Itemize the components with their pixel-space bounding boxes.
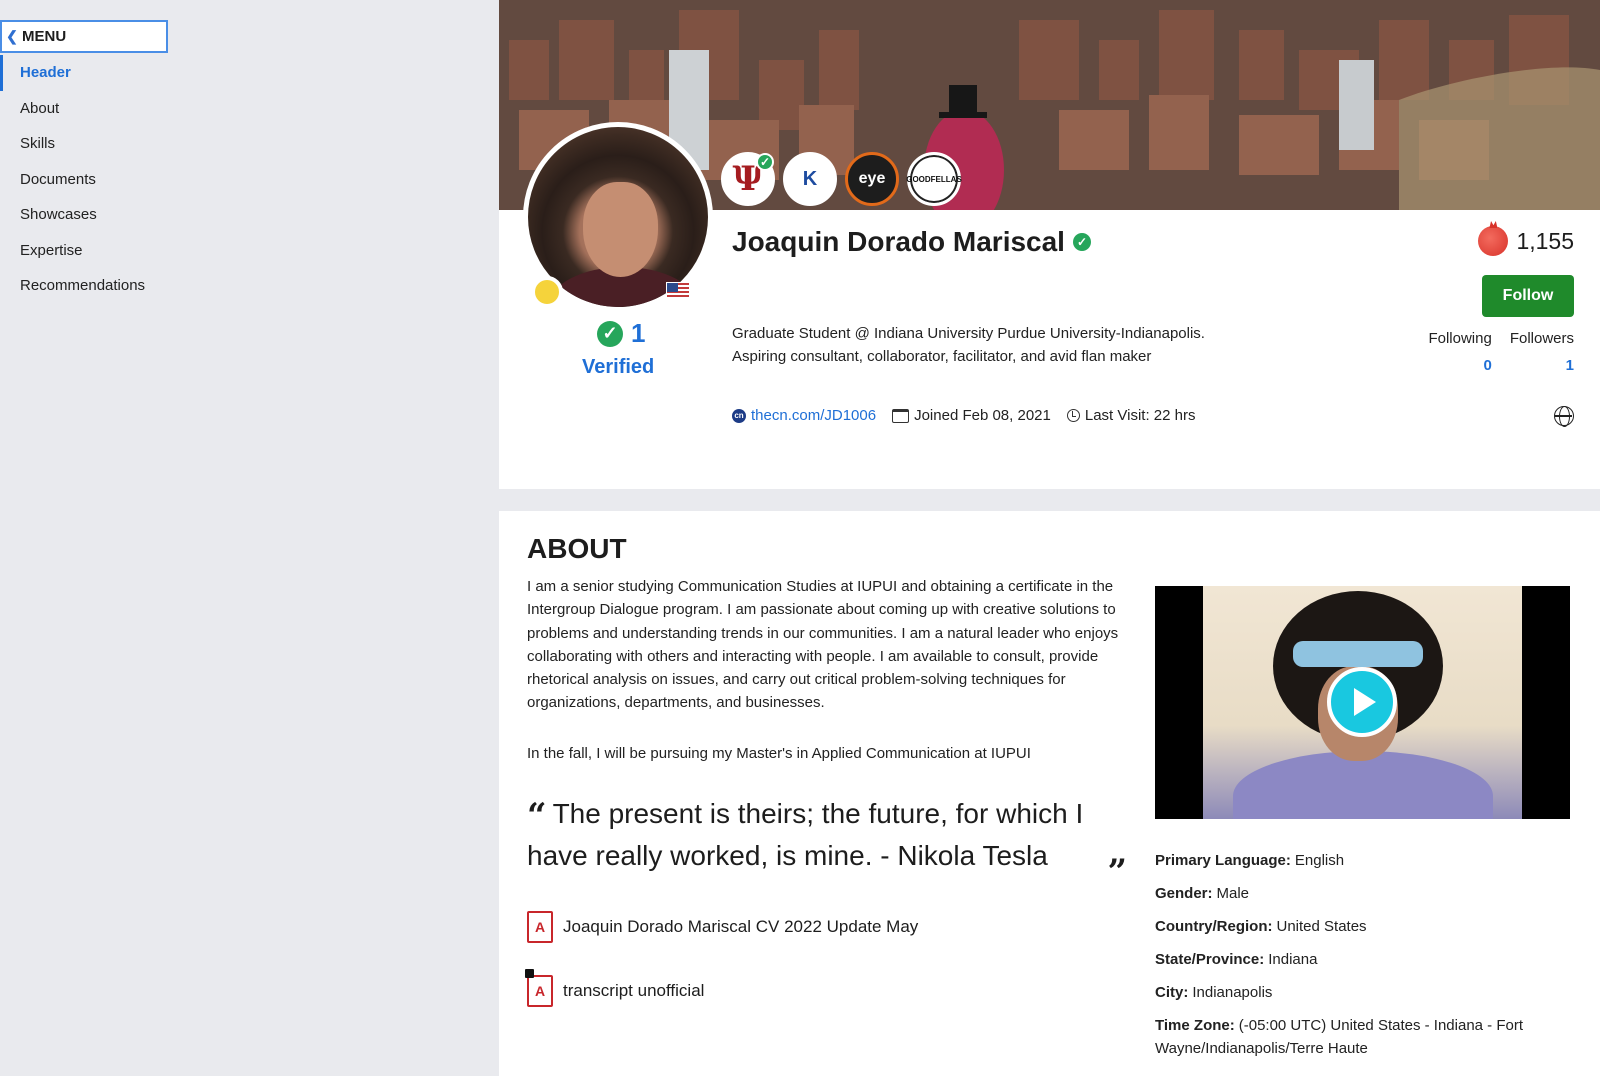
profile-quote: “The present is theirs; the future, for … xyxy=(527,794,1127,892)
verified-check-icon: ✓ xyxy=(597,320,623,347)
detail-label: Primary Language: xyxy=(1155,852,1291,869)
detail-label: Country/Region: xyxy=(1155,918,1273,935)
following-label: Following xyxy=(1428,330,1492,347)
points-value: 1,155 xyxy=(1516,227,1574,254)
play-icon[interactable] xyxy=(1327,667,1397,737)
indiana-university-badge[interactable]: Ψ ✓ xyxy=(721,152,775,206)
following-count[interactable]: 0 xyxy=(1428,357,1491,374)
badge-list: Ψ ✓ K eye GOODFELLAS xyxy=(721,152,962,206)
sidebar-nav: Header About Skills Documents Showcases … xyxy=(0,55,200,304)
chevron-left-icon: ❮ xyxy=(6,28,18,44)
clock-icon xyxy=(1066,409,1080,422)
detail-row: City: Indianapolis xyxy=(1155,981,1575,1004)
lock-icon xyxy=(525,969,534,978)
sidebar-item-showcases[interactable]: Showcases xyxy=(0,197,200,233)
verified-check-icon: ✓ xyxy=(1072,233,1091,251)
document-link[interactable]: Joaquin Dorado Mariscal CV 2022 Update M… xyxy=(527,911,918,943)
profile-link-text[interactable]: thecn.com/JD1006 xyxy=(751,407,876,424)
following-stat[interactable]: Following 0 xyxy=(1428,330,1491,374)
sidebar-item-about[interactable]: About xyxy=(0,91,200,127)
calendar-icon xyxy=(892,408,910,423)
followers-count[interactable]: 1 xyxy=(1510,357,1574,374)
detail-value: English xyxy=(1294,852,1345,869)
last-visit-text: Last Visit: 22 hrs xyxy=(1084,407,1196,424)
status-indicator xyxy=(531,276,563,308)
menu-toggle-button[interactable]: ❮ MENU xyxy=(0,20,168,53)
detail-row: Gender: Male xyxy=(1155,882,1575,905)
profile-link[interactable]: cn thecn.com/JD1006 xyxy=(732,407,876,424)
goodfellas-badge[interactable]: GOODFELLAS xyxy=(906,152,962,206)
followers-stat[interactable]: Followers 1 xyxy=(1510,330,1574,374)
verified-label[interactable]: Verified xyxy=(582,356,654,379)
about-section: ABOUT I am a senior studying Communicati… xyxy=(499,511,1600,1076)
follow-button[interactable]: Follow xyxy=(1482,275,1574,317)
detail-label: City: xyxy=(1155,984,1189,1001)
detail-label: Gender: xyxy=(1155,885,1213,902)
globe-icon[interactable] xyxy=(1554,406,1574,427)
joined-text: Joined Feb 08, 2021 xyxy=(914,407,1051,424)
sidebar-item-recommendations[interactable]: Recommendations xyxy=(0,268,200,304)
profile-details: Primary Language: English Gender: Male Cou… xyxy=(1155,849,1575,1070)
last-visit: Last Visit: 22 hrs xyxy=(1066,407,1196,424)
detail-row: State/Province: Indiana xyxy=(1155,948,1575,971)
intro-video[interactable] xyxy=(1155,586,1570,819)
detail-row: Time Zone: (-05:00 UTC) United States - I… xyxy=(1155,1014,1575,1060)
sidebar-item-documents[interactable]: Documents xyxy=(0,162,200,198)
sidebar-item-header[interactable]: Header xyxy=(0,55,200,91)
verified-count-value: 1 xyxy=(631,318,646,348)
pdf-icon xyxy=(525,969,553,1007)
about-text-secondary: In the fall, I will be pursuing my Maste… xyxy=(527,745,1031,762)
check-icon: ✓ xyxy=(756,153,774,171)
eye-badge[interactable]: eye xyxy=(845,152,899,206)
profile-meta: cn thecn.com/JD1006 Joined Feb 08, 2021 … xyxy=(732,407,1195,424)
us-flag-icon xyxy=(666,282,690,300)
bio-line: Aspiring consultant, collaborator, facil… xyxy=(732,348,1152,365)
quote-text: The present is theirs; the future, for w… xyxy=(527,798,1084,871)
profile-header-card: Ψ ✓ K eye GOODFELLAS Joaquin Dorado Maris… xyxy=(499,0,1600,489)
pomegranate-icon xyxy=(1478,226,1509,256)
document-link[interactable]: transcript unofficial xyxy=(525,969,704,1007)
document-name[interactable]: transcript unofficial xyxy=(563,981,704,1001)
about-text: I am a senior studying Communication Stu… xyxy=(527,578,1119,712)
open-quote-icon: “ xyxy=(527,796,547,836)
sidebar-item-expertise[interactable]: Expertise xyxy=(0,233,200,269)
profile-bio: Graduate Student @ Indiana University Pu… xyxy=(732,322,1205,368)
k-logo-badge[interactable]: K xyxy=(783,152,837,206)
detail-value: Male xyxy=(1216,885,1250,902)
bio-line: Graduate Student @ Indiana University Pu… xyxy=(732,325,1205,342)
detail-label: State/Province: xyxy=(1155,951,1265,968)
detail-label: Time Zone: xyxy=(1155,1017,1235,1034)
sidebar-item-skills[interactable]: Skills xyxy=(0,126,200,162)
cn-logo-icon: cn xyxy=(732,408,746,423)
pdf-icon xyxy=(527,911,553,943)
detail-value: Indiana xyxy=(1268,951,1318,968)
detail-row: Country/Region: United States xyxy=(1155,915,1575,938)
points-counter[interactable]: 1,155 xyxy=(1478,226,1574,256)
joined-date: Joined Feb 08, 2021 xyxy=(892,407,1051,424)
detail-value: United States xyxy=(1276,918,1367,935)
detail-value: Indianapolis xyxy=(1192,984,1273,1001)
profile-name-text: Joaquin Dorado Mariscal xyxy=(732,226,1065,257)
close-quote-icon: ” xyxy=(1107,852,1127,892)
follow-stats: Following 0 Followers 1 xyxy=(1428,330,1574,374)
menu-label: MENU xyxy=(22,28,67,45)
followers-label: Followers xyxy=(1509,330,1574,347)
about-title: ABOUT xyxy=(527,533,627,564)
verified-count[interactable]: ✓ 1 xyxy=(597,318,645,349)
document-name[interactable]: Joaquin Dorado Mariscal CV 2022 Update M… xyxy=(563,917,918,937)
profile-name: Joaquin Dorado Mariscal ✓ xyxy=(732,226,1091,258)
detail-row: Primary Language: English xyxy=(1155,849,1575,872)
